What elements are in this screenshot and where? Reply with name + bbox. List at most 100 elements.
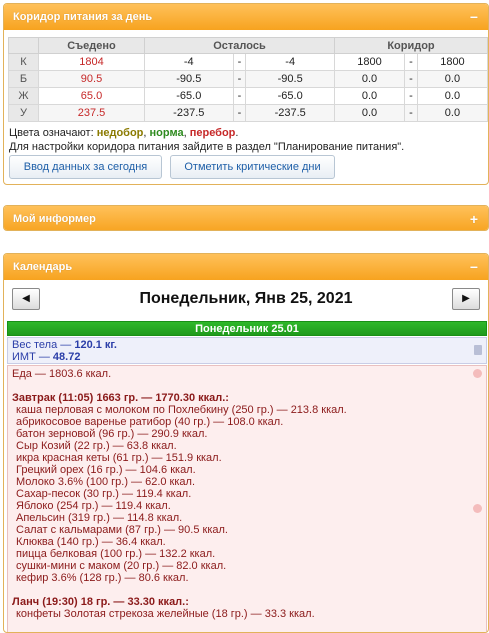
collapse-icon[interactable]: − [470,254,478,280]
list-item: батон зерновой (96 гр.) — 290.9 ккал. [16,428,208,440]
remaining-min: -237.5 [144,104,234,122]
list-item: кефир 3.6% (128 гр.) — 80.6 ккал. [16,572,189,584]
list-item: икра красная кеты (61 гр.) — 151.9 ккал. [16,452,222,464]
calendar-panel-title: Календарь [13,261,73,273]
informer-panel-title: Мой информер [13,213,96,225]
legend-over: перебор [189,127,236,139]
header-remaining: Осталось [144,37,335,54]
range-dash: - [232,104,247,122]
list-item: Клюква (140 гр.) — 36.4 ккал. [16,536,166,548]
header-corridor: Коридор [333,37,488,54]
calendar-panel-header[interactable]: Календарь − [4,254,488,280]
weight-line: Вес тела — 120.1 кг. [12,339,486,351]
range-dash: - [404,70,418,88]
body-metrics: Вес тела — 120.1 кг. ИМТ — 48.72 [7,337,487,364]
calendar-panel: Календарь − ◀ Понедельник, Янв 25, 2021 … [3,253,489,633]
meal-icon[interactable] [473,504,482,513]
corridor-max: 0.0 [416,70,488,88]
prev-day-button[interactable]: ◀ [12,288,40,310]
table-row: Ж 65.0 -65.0 - -65.0 0.0 - 0.0 [8,87,488,105]
arrow-left-icon: ◀ [22,293,30,304]
remaining-min: -4 [144,53,234,71]
next-day-button[interactable]: ▶ [452,288,480,310]
trash-icon[interactable] [474,345,482,355]
remaining-max: -237.5 [245,104,335,122]
meal-title: Завтрак (11:05) 1663 гр. — 1770.30 ккал.… [12,392,229,404]
corridor-min: 0.0 [333,104,406,122]
legend-line: Цвета означают: недобор, норма, перебор. [9,126,404,140]
legend-prefix: Цвета означают: [9,127,97,139]
food-log: Еда — 1803.6 ккал. Завтрак (11:05) 1663 … [7,365,487,632]
day-bar: Понедельник 25.01 [7,321,487,336]
bmi-label: ИМТ — [12,351,53,363]
corridor-hint: Для настройки коридора питания зайдите в… [9,141,405,153]
range-dash: - [404,87,418,105]
legend-ok: норма [149,127,184,139]
bmi-value: 48.72 [52,351,81,363]
corridor-panel: Коридор питания за день − Съедено Остало… [3,3,489,185]
collapse-icon[interactable]: − [470,4,478,30]
informer-panel: Мой информер + [3,205,489,231]
list-item: Сахар-песок (30 гр.) — 119.4 ккал. [16,488,192,500]
list-item: Молоко 3.6% (100 гр.) — 62.0 ккал. [16,476,196,488]
table-row: К 1804 -4 - -4 1800 - 1800 [8,53,488,71]
list-item: Салат с кальмарами (87 гр.) — 90.5 ккал. [16,524,228,536]
eaten-value: 1804 [38,53,145,71]
corridor-min: 0.0 [333,87,406,105]
range-dash: - [232,87,247,105]
list-item: Яблоко (254 гр.) — 119.4 ккал. [16,500,171,512]
row-label: Ж [8,87,39,105]
list-item: конфеты Золотая стрекоза желейные (18 гр… [16,608,315,620]
legend-low: недобор [96,127,144,139]
weight-value: 120.1 кг. [74,339,117,351]
remaining-min: -90.5 [144,70,234,88]
header-empty [8,37,39,54]
bmi-line: ИМТ — 48.72 [12,351,486,363]
table-row: Б 90.5 -90.5 - -90.5 0.0 - 0.0 [8,70,488,88]
corridor-max: 1800 [416,53,488,71]
corridor-table: Съедено Осталось Коридор К 1804 -4 - -4 … [8,37,488,122]
eaten-value: 90.5 [38,70,145,88]
remaining-min: -65.0 [144,87,234,105]
eaten-value: 65.0 [38,87,145,105]
range-dash: - [232,53,247,71]
range-dash: - [404,104,418,122]
critical-days-button[interactable]: Отметить критические дни [170,155,335,179]
corridor-panel-title: Коридор питания за день [13,11,153,23]
list-item: пицца белковая (100 гр.) — 132.2 ккал. [16,548,216,560]
row-label: К [8,53,39,71]
row-label: Б [8,70,39,88]
corridor-max: 0.0 [416,87,488,105]
corridor-panel-header[interactable]: Коридор питания за день − [4,4,488,30]
remaining-max: -90.5 [245,70,335,88]
food-icon[interactable] [473,369,482,378]
header-eaten: Съедено [38,37,145,54]
weight-label: Вес тела — [12,339,75,351]
table-row: У 237.5 -237.5 - -237.5 0.0 - 0.0 [8,104,488,122]
row-label: У [8,104,39,122]
corridor-table-header: Съедено Осталось Коридор [8,37,488,54]
eaten-value: 237.5 [38,104,145,122]
list-item: сушки-мини с маком (20 гр.) — 82.0 ккал. [16,560,227,572]
list-item: Сыр Козий (22 гр.) — 63.8 ккал. [16,440,177,452]
informer-panel-header[interactable]: Мой информер + [4,206,488,230]
remaining-max: -65.0 [245,87,335,105]
arrow-right-icon: ▶ [462,293,470,304]
color-legend: Цвета означают: недобор, норма, перебор.… [9,126,404,154]
meal-title: Ланч (19:30) 18 гр. — 33.30 ккал.: [12,596,189,608]
range-dash: - [404,53,418,71]
range-dash: - [232,70,247,88]
corridor-max: 0.0 [416,104,488,122]
legend-end: . [235,127,239,139]
list-item: каша перловая с молоком по Похлебкину (2… [16,404,347,416]
list-item: абрикосовое варенье ратибор (40 гр.) — 1… [16,416,284,428]
list-item: Грецкий орех (16 гр.) — 104.6 ккал. [16,464,196,476]
food-total: Еда — 1803.6 ккал. [12,368,112,380]
corridor-min: 0.0 [333,70,406,88]
corridor-min: 1800 [333,53,406,71]
calendar-date-title: Понедельник, Янв 25, 2021 [139,290,353,307]
list-item: Апельсин (319 гр.) — 114.8 ккал. [16,512,183,524]
expand-icon[interactable]: + [470,206,478,230]
input-today-button[interactable]: Ввод данных за сегодня [9,155,162,179]
remaining-max: -4 [245,53,335,71]
